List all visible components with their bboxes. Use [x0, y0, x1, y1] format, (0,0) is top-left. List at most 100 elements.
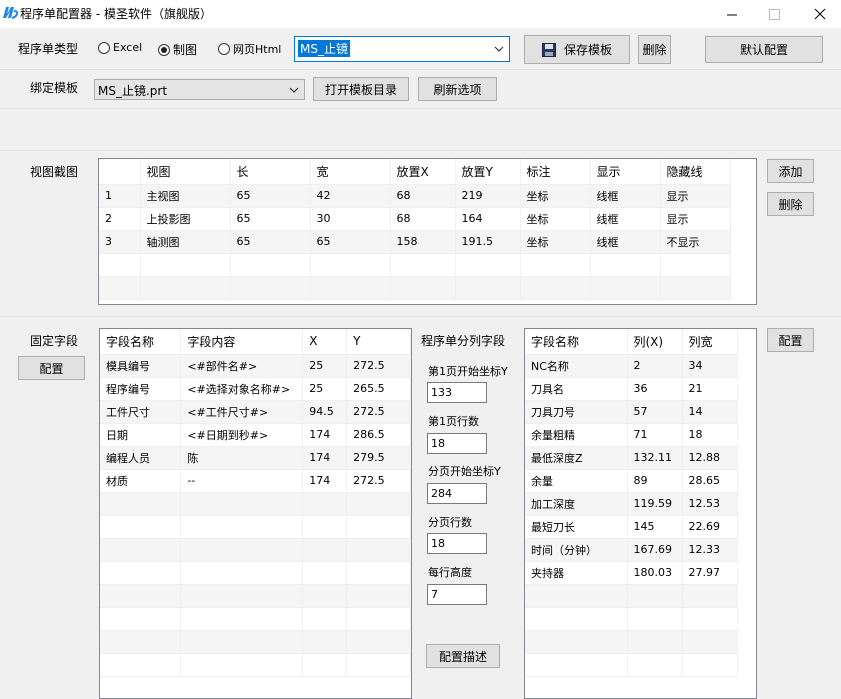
columns-grid[interactable]: 字段名称 列(X) 列宽 NC名称 2 34 刀具名 36 21 刀具刀号 57 14 余量粗精 71 18… — [524, 328, 757, 699]
radio-excel[interactable]: Excel — [98, 41, 142, 54]
fixed-table-row[interactable]: 程序编号 <#选择对象名称#> 25 265.5 — [100, 377, 411, 401]
view-table-cell[interactable]: 坐标 — [520, 184, 591, 208]
view-table-row[interactable]: 2 上投影图 65 30 68 164 坐标 线框 显示 — [99, 207, 731, 231]
fixed-table-cell[interactable]: -- — [180, 469, 304, 493]
view-table-cell[interactable]: 219 — [455, 184, 521, 208]
columns-table-cell[interactable] — [525, 630, 628, 654]
columns-table-header-cell[interactable]: 列(X) — [627, 329, 683, 355]
columns-table-row[interactable] — [525, 653, 738, 677]
view-table-row[interactable]: 1 主视图 65 42 68 219 坐标 线框 显示 — [99, 184, 731, 208]
view-table-cell[interactable] — [99, 253, 141, 277]
view-table-cell[interactable]: 上投影图 — [140, 207, 231, 231]
columns-table-cell[interactable]: 刀具刀号 — [525, 400, 628, 424]
view-table-cell[interactable] — [99, 276, 141, 300]
fixed-table-row[interactable]: 模具编号 <#部件名#> 25 272.5 — [100, 354, 411, 378]
view-table-header-cell[interactable] — [99, 159, 141, 185]
fixed-table-row[interactable] — [100, 492, 411, 516]
fixed-table-cell[interactable]: 工件尺寸 — [100, 400, 182, 424]
fixed-table-cell[interactable] — [180, 607, 304, 631]
columns-table-cell[interactable]: 89 — [627, 469, 683, 493]
columns-table-cell[interactable]: 28.65 — [682, 469, 738, 493]
view-table-header-cell[interactable]: 显示 — [590, 159, 661, 185]
fixed-table-cell[interactable] — [100, 538, 182, 562]
fixed-table-cell[interactable]: 174 — [302, 423, 348, 447]
columns-table-row[interactable]: 余量 89 28.65 — [525, 469, 738, 493]
fixed-table-cell[interactable] — [346, 538, 411, 562]
columns-table-row[interactable]: 最低深度Z 132.11 12.88 — [525, 446, 738, 470]
fixed-table-cell[interactable] — [302, 653, 348, 677]
view-table-cell[interactable]: 坐标 — [520, 207, 591, 231]
view-table-header-cell[interactable]: 放置X — [390, 159, 456, 185]
fixed-table-row[interactable] — [100, 584, 411, 608]
page-rows-input[interactable]: 18 — [427, 533, 487, 554]
fixed-table-cell[interactable] — [302, 515, 348, 539]
fixed-table-cell[interactable] — [346, 584, 411, 608]
view-table-header-cell[interactable]: 长 — [230, 159, 311, 185]
columns-table-cell[interactable] — [627, 584, 683, 608]
columns-table-row[interactable]: NC名称 2 34 — [525, 354, 738, 378]
view-table-cell[interactable] — [140, 253, 231, 277]
fixed-table-header-cell[interactable]: 字段内容 — [180, 329, 304, 355]
fixed-table-cell[interactable] — [302, 538, 348, 562]
view-table-cell[interactable] — [390, 253, 456, 277]
columns-table-cell[interactable]: 180.03 — [627, 561, 683, 585]
fixed-table-cell[interactable]: 编程人员 — [100, 446, 182, 470]
fixed-table-header-cell[interactable]: 字段名称 — [100, 329, 182, 355]
fixed-table-cell[interactable] — [302, 607, 348, 631]
view-table-cell[interactable]: 65 — [310, 230, 391, 254]
fixed-table-cell[interactable]: 日期 — [100, 423, 182, 447]
fixed-table-cell[interactable] — [180, 630, 304, 654]
columns-table-cell[interactable]: 夹持器 — [525, 561, 628, 585]
fixed-table-row[interactable]: 编程人员陈 174 279.5 — [100, 446, 411, 470]
fixed-table-cell[interactable]: 286.5 — [346, 423, 411, 447]
fixed-table-row[interactable] — [100, 538, 411, 562]
fixed-table-row[interactable] — [100, 515, 411, 539]
columns-table-cell[interactable]: 18 — [682, 423, 738, 447]
save-template-button[interactable]: 保存模板 — [524, 35, 630, 64]
fixed-table-cell[interactable]: 279.5 — [346, 446, 411, 470]
fixed-table-row[interactable]: 材质 -- 174 272.5 — [100, 469, 411, 493]
fixed-table-cell[interactable] — [100, 630, 182, 654]
columns-table-cell[interactable]: 余量粗精 — [525, 423, 628, 447]
fixed-table-cell[interactable]: 174 — [302, 469, 348, 493]
view-table-header-cell[interactable]: 隐藏线 — [660, 159, 731, 185]
fixed-table-row[interactable] — [100, 561, 411, 585]
add-view-button[interactable]: 添加 — [767, 159, 814, 183]
columns-table-row[interactable]: 最短刀长 145 22.69 — [525, 515, 738, 539]
columns-table-cell[interactable]: 2 — [627, 354, 683, 378]
view-table-cell[interactable]: 3 — [99, 230, 141, 254]
view-table-cell[interactable]: 30 — [310, 207, 391, 231]
view-table-row[interactable] — [99, 253, 731, 277]
fixed-table-cell[interactable] — [346, 515, 411, 539]
fixed-table-cell[interactable] — [302, 492, 348, 516]
fixed-table-cell[interactable]: 25 — [302, 354, 348, 378]
view-table-cell[interactable]: 线框 — [590, 230, 661, 254]
columns-table-header-cell[interactable]: 列宽 — [682, 329, 738, 355]
view-table-row[interactable]: 3 轴测图 65 65 158 191.5 坐标 线框 不显示 — [99, 230, 731, 254]
view-table-header-cell[interactable]: 视图 — [140, 159, 231, 185]
row-height-input[interactable]: 7 — [427, 584, 487, 605]
view-table-cell[interactable] — [520, 253, 591, 277]
bind-template-combo[interactable]: MS_止镜.prt — [94, 79, 305, 100]
columns-table-header-cell[interactable]: 字段名称 — [525, 329, 628, 355]
fixed-table-cell[interactable]: <#工件尺寸#> — [180, 400, 304, 424]
fixed-table-cell[interactable] — [180, 653, 304, 677]
fixed-table-cell[interactable]: 25 — [302, 377, 348, 401]
fixed-table-cell[interactable] — [100, 492, 182, 516]
view-table-cell[interactable]: 显示 — [660, 184, 731, 208]
columns-table-cell[interactable]: 12.88 — [682, 446, 738, 470]
view-table-cell[interactable]: 68 — [390, 184, 456, 208]
view-table-cell[interactable]: 191.5 — [455, 230, 521, 254]
fixed-config-button[interactable]: 配置 — [18, 356, 85, 380]
columns-table-cell[interactable]: 21 — [682, 377, 738, 401]
view-table-cell[interactable]: 不显示 — [660, 230, 731, 254]
fixed-table-row[interactable] — [100, 653, 411, 677]
fixed-table-cell[interactable] — [346, 630, 411, 654]
columns-table-cell[interactable] — [682, 653, 738, 677]
fixed-table-cell[interactable]: 模具编号 — [100, 354, 182, 378]
view-table-cell[interactable]: 65 — [230, 230, 311, 254]
fixed-table-header-cell[interactable]: Y — [346, 329, 411, 355]
view-table-cell[interactable]: 1 — [99, 184, 141, 208]
view-table-cell[interactable] — [230, 253, 311, 277]
fixed-table-cell[interactable] — [100, 653, 182, 677]
